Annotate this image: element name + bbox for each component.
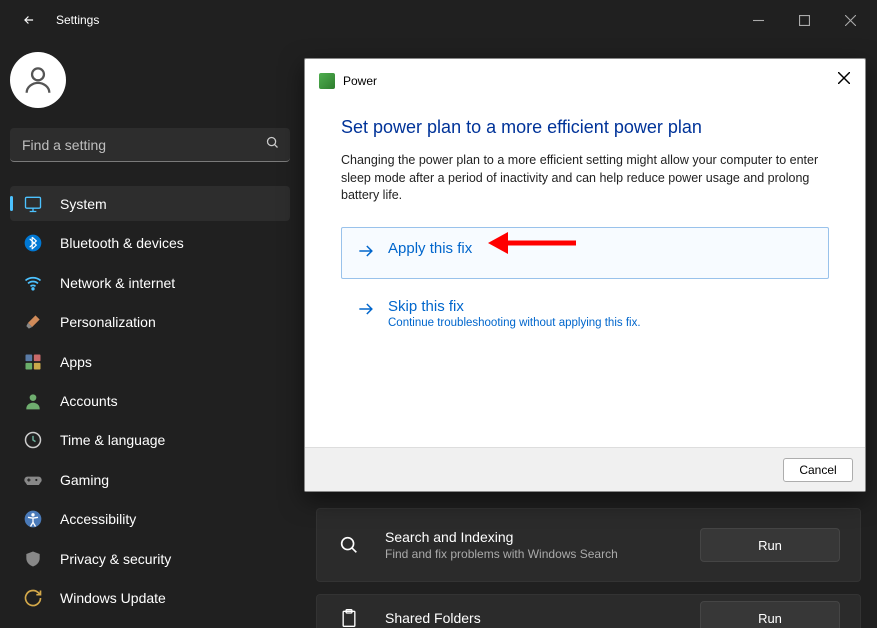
sidebar-item-update[interactable]: Windows Update <box>10 581 290 616</box>
paintbrush-icon <box>22 311 44 333</box>
bluetooth-icon <box>22 232 44 254</box>
folder-icon <box>337 608 361 628</box>
sidebar-item-label: Accounts <box>60 393 118 409</box>
run-button[interactable]: Run <box>700 528 840 562</box>
sidebar-item-gaming[interactable]: Gaming <box>10 462 290 497</box>
troubleshooter-dialog: Power Set power plan to a more efficient… <box>304 58 866 492</box>
search-wrapper <box>10 128 290 162</box>
back-button[interactable] <box>12 3 46 37</box>
sidebar-item-apps[interactable]: Apps <box>10 344 290 379</box>
apps-icon <box>22 351 44 373</box>
skip-fix-option[interactable]: Skip this fix Continue troubleshooting w… <box>341 285 829 342</box>
sidebar-item-label: Apps <box>60 354 92 370</box>
arrow-right-icon <box>356 299 376 324</box>
troubleshoot-card-search[interactable]: Search and Indexing Find and fix problem… <box>316 508 861 582</box>
update-icon <box>22 587 44 609</box>
dialog-close-button[interactable] <box>833 67 855 89</box>
shield-icon <box>22 548 44 570</box>
card-subtitle: Find and fix problems with Windows Searc… <box>385 547 700 561</box>
minimize-button[interactable] <box>735 0 781 40</box>
power-icon <box>319 73 335 89</box>
sidebar-item-label: Bluetooth & devices <box>60 235 184 251</box>
sidebar-item-label: Windows Update <box>60 590 166 606</box>
clock-icon <box>22 429 44 451</box>
gaming-icon <box>22 469 44 491</box>
close-button[interactable] <box>827 0 873 40</box>
dialog-title: Set power plan to a more efficient power… <box>341 117 829 138</box>
dialog-description: Changing the power plan to a more effici… <box>341 152 829 205</box>
system-icon <box>22 193 44 215</box>
arrow-right-icon <box>356 241 376 266</box>
sidebar: System Bluetooth & devices Network & int… <box>0 40 300 628</box>
card-title: Search and Indexing <box>385 529 700 545</box>
maximize-button[interactable] <box>781 0 827 40</box>
sidebar-item-network[interactable]: Network & internet <box>10 265 290 300</box>
option-subtitle: Continue troubleshooting without applyin… <box>388 317 641 329</box>
avatar <box>10 52 66 108</box>
search-input[interactable] <box>10 128 290 162</box>
run-button[interactable]: Run <box>700 601 840 628</box>
person-icon <box>22 390 44 412</box>
sidebar-item-label: Time & language <box>60 432 165 448</box>
sidebar-item-label: System <box>60 196 107 212</box>
sidebar-item-label: Accessibility <box>60 511 136 527</box>
sidebar-item-personalization[interactable]: Personalization <box>10 304 290 339</box>
window-title: Settings <box>56 13 99 27</box>
card-title: Shared Folders <box>385 610 700 626</box>
sidebar-item-privacy[interactable]: Privacy & security <box>10 541 290 576</box>
search-icon <box>265 135 280 155</box>
titlebar: Settings <box>0 0 877 40</box>
dialog-footer: Cancel <box>305 447 865 491</box>
sidebar-item-accessibility[interactable]: Accessibility <box>10 502 290 537</box>
troubleshoot-card-folders[interactable]: Shared Folders Run <box>316 594 861 628</box>
sidebar-item-label: Network & internet <box>60 275 175 291</box>
sidebar-item-bluetooth[interactable]: Bluetooth & devices <box>10 225 290 260</box>
sidebar-item-label: Gaming <box>60 472 109 488</box>
sidebar-item-label: Privacy & security <box>60 551 171 567</box>
wifi-icon <box>22 272 44 294</box>
sidebar-item-time[interactable]: Time & language <box>10 423 290 458</box>
dialog-header: Power <box>305 59 865 89</box>
option-title: Apply this fix <box>388 240 472 257</box>
sidebar-item-accounts[interactable]: Accounts <box>10 383 290 418</box>
user-account-row[interactable] <box>10 52 290 124</box>
dialog-header-label: Power <box>343 74 377 88</box>
apply-fix-option[interactable]: Apply this fix <box>341 227 829 279</box>
cancel-button[interactable]: Cancel <box>783 458 853 482</box>
search-icon <box>337 534 361 556</box>
sidebar-item-label: Personalization <box>60 314 156 330</box>
annotation-arrow <box>488 226 578 260</box>
sidebar-item-system[interactable]: System <box>10 186 290 221</box>
option-title: Skip this fix <box>388 298 641 315</box>
accessibility-icon <box>22 508 44 530</box>
